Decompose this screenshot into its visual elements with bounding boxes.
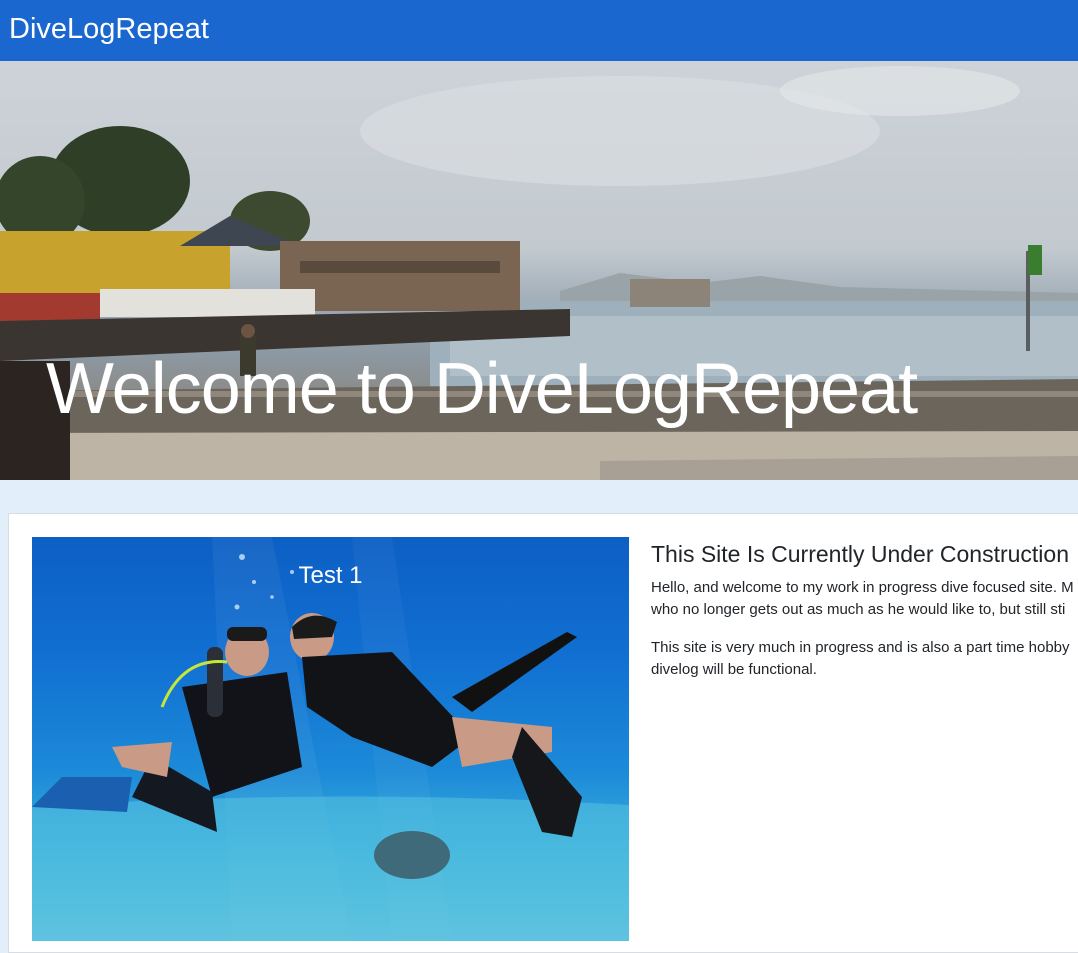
progress-paragraph: This site is very much in progress and i… [651, 637, 1078, 681]
divers-underwater-image [32, 537, 629, 941]
progress-paragraph-line: This site is very much in progress and i… [651, 639, 1070, 656]
hero-title: Welcome to DiveLogRepeat [46, 349, 918, 429]
progress-paragraph-line: divelog will be functional. [651, 661, 817, 678]
intro-paragraph-line: Hello, and welcome to my work in progres… [651, 579, 1074, 596]
hero-banner: Welcome to DiveLogRepeat [0, 61, 1078, 480]
navbar-brand-link[interactable]: DiveLogRepeat [9, 11, 209, 47]
section-heading: This Site Is Currently Under Constructio… [651, 541, 1069, 567]
intro-paragraph: Hello, and welcome to my work in progres… [651, 577, 1078, 621]
navbar: DiveLogRepeat [0, 0, 1078, 61]
feature-photo: Test 1 [32, 537, 629, 941]
intro-paragraph-line: who no longer gets out as much as he wou… [651, 601, 1066, 618]
photo-caption: Test 1 [298, 562, 363, 589]
